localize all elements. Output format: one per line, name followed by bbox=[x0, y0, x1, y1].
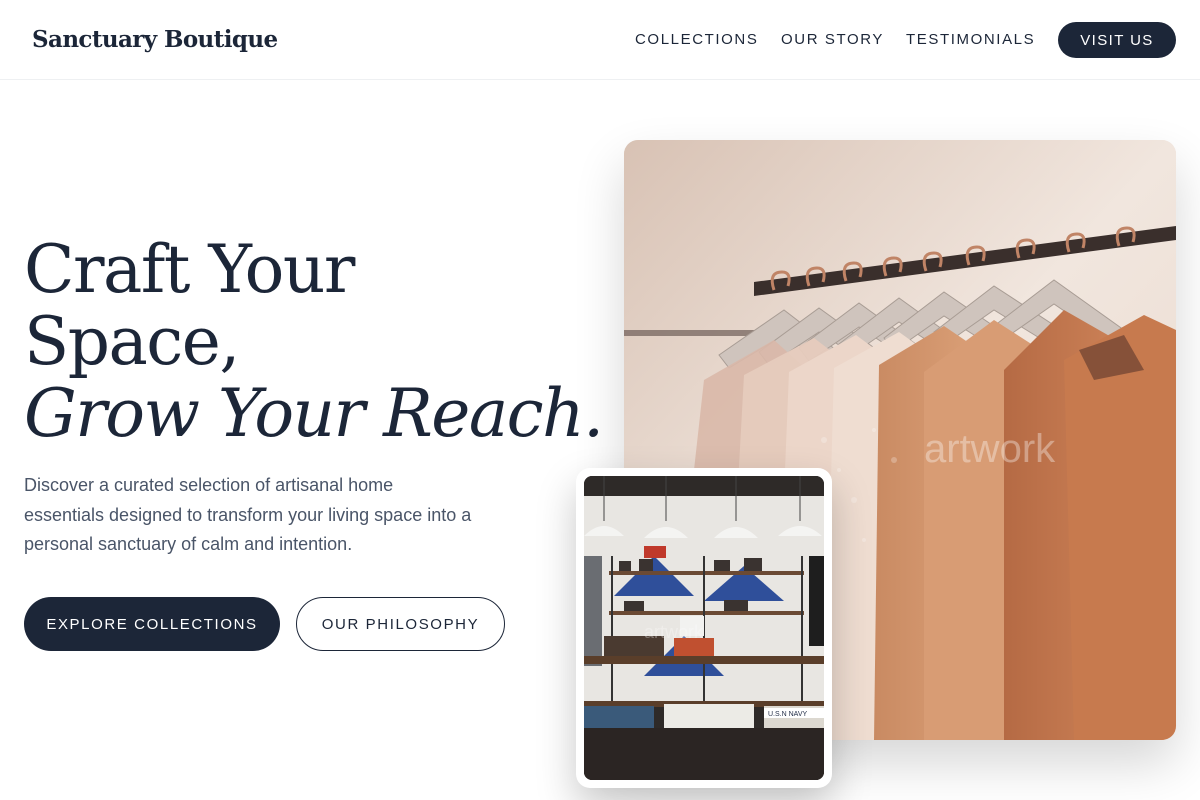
inset-image-watermark: artwork bbox=[644, 622, 704, 642]
hero-title-line-1: Craft Your bbox=[24, 231, 355, 308]
nav-our-story[interactable]: OUR STORY bbox=[781, 31, 884, 48]
hero-title-line-3: Grow Your Reach. bbox=[24, 375, 604, 452]
store-interior-image: U.S.N NAVY artwork bbox=[584, 476, 824, 780]
hero-title-line-2: Space, bbox=[24, 303, 240, 380]
hero-description: Discover a curated selection of artisana… bbox=[24, 475, 472, 554]
site-header: Sanctuary Boutique COLLECTIONS OUR STORY… bbox=[0, 0, 1200, 80]
explore-collections-button[interactable]: EXPLORE COLLECTIONS bbox=[24, 597, 280, 651]
hero-title: Craft Your Space, Grow Your Reach. bbox=[24, 231, 604, 452]
visit-us-button[interactable]: VISIT US bbox=[1058, 22, 1176, 58]
navy-sign-text: U.S.N NAVY bbox=[768, 711, 807, 718]
store-interior-card: U.S.N NAVY artwork bbox=[576, 468, 832, 788]
our-philosophy-button[interactable]: OUR PHILOSOPHY bbox=[296, 597, 505, 651]
nav-collections[interactable]: COLLECTIONS bbox=[635, 31, 758, 48]
nav-testimonials[interactable]: TESTIMONIALS bbox=[906, 31, 1035, 48]
main-image-watermark: artwork bbox=[924, 427, 1056, 471]
brand-logo[interactable]: Sanctuary Boutique bbox=[32, 26, 278, 53]
